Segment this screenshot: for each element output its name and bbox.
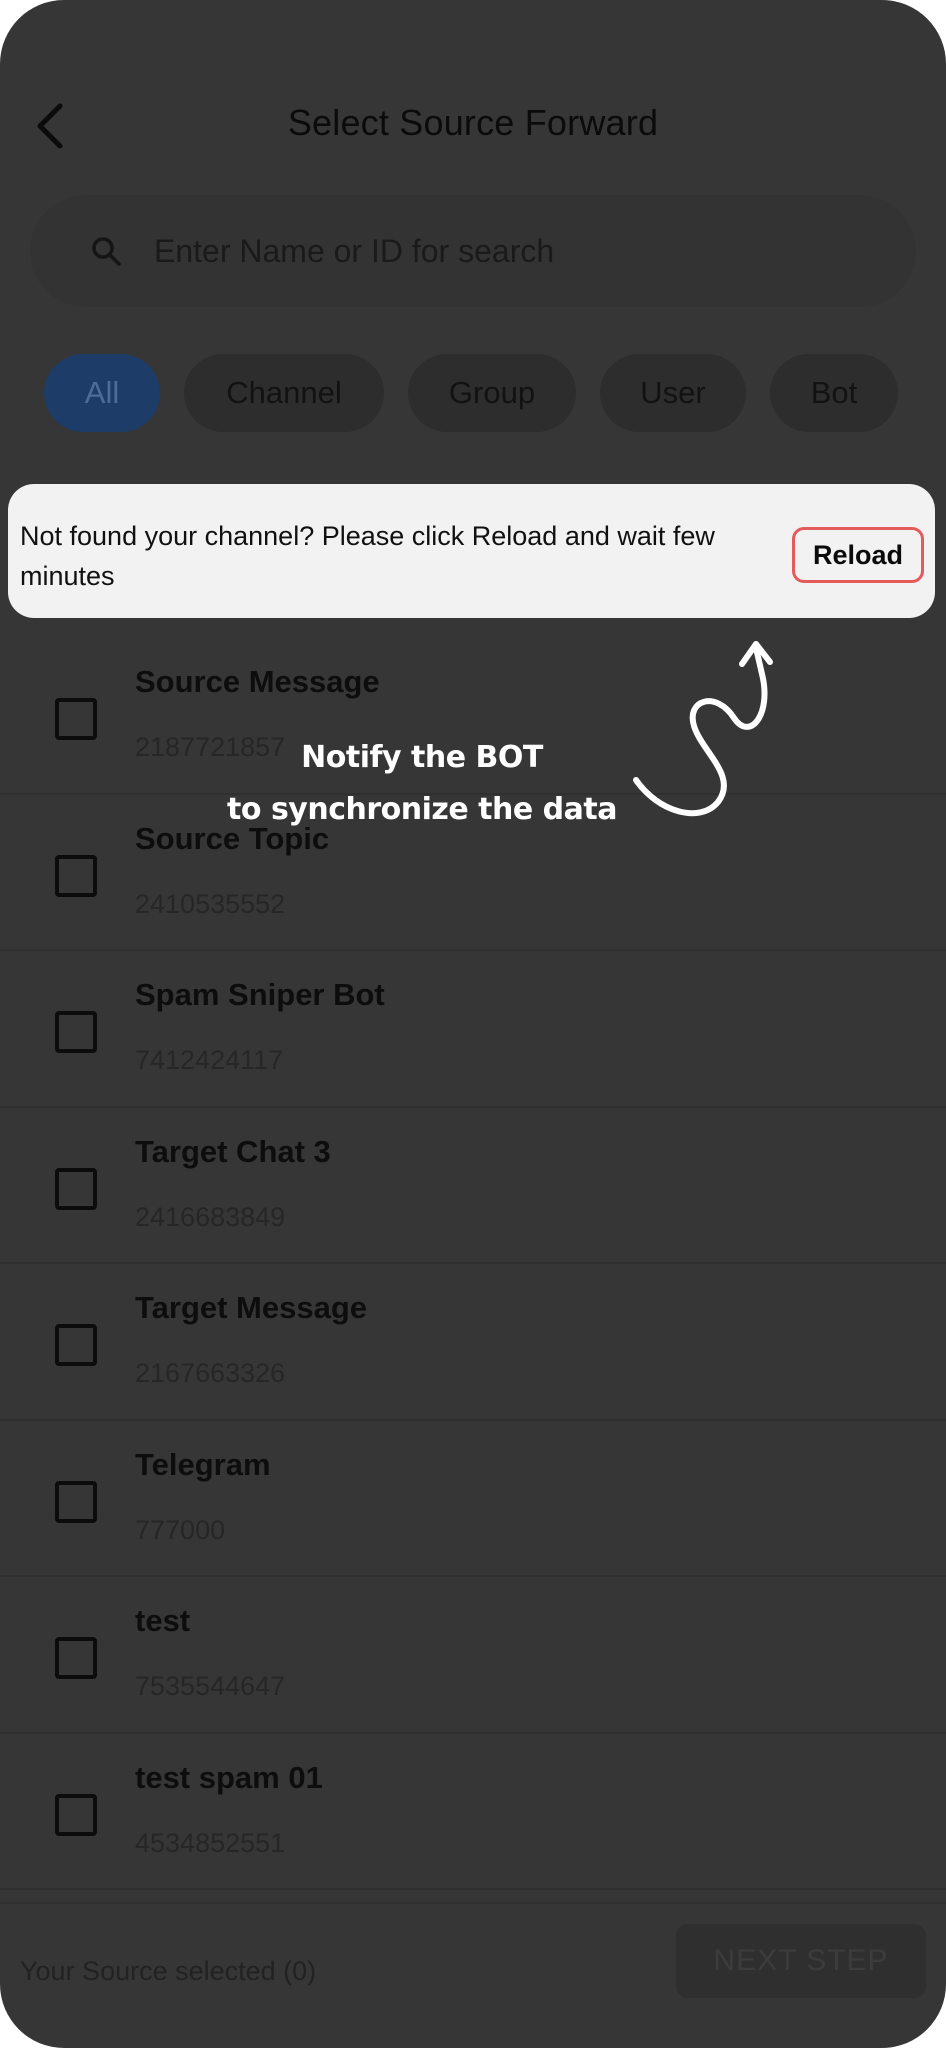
list-item[interactable]: test 7535544647 xyxy=(0,1577,946,1734)
checkbox[interactable] xyxy=(55,1167,97,1210)
checkbox[interactable] xyxy=(55,1793,97,1836)
page-title: Select Source Forward xyxy=(287,102,659,143)
banner-message: Not found your channel? Please click Rel… xyxy=(20,521,715,591)
chip-all[interactable]: All xyxy=(44,354,160,432)
source-name: test xyxy=(135,1603,191,1638)
chip-user[interactable]: User xyxy=(600,354,746,432)
source-name: Source Message xyxy=(135,664,380,699)
search-bar[interactable] xyxy=(30,195,916,307)
annotation-text: Notify the BOT to synchronize the data xyxy=(222,732,622,836)
checkbox[interactable] xyxy=(55,854,97,897)
source-name: Target Message xyxy=(135,1290,368,1325)
list-item[interactable]: test spam 01 4534852551 xyxy=(0,1734,946,1890)
next-step-button[interactable]: NEXT STEP xyxy=(676,1924,926,1998)
chip-bot[interactable]: Bot xyxy=(770,354,898,432)
selection-count: Your Source selected (0) xyxy=(20,1956,317,1986)
checkbox[interactable] xyxy=(55,698,97,740)
list-item[interactable]: Spam Sniper Bot 7412424117 xyxy=(0,951,946,1108)
source-id: 7412424117 xyxy=(135,1045,284,1075)
reload-banner: Not found your channel? Please click Rel… xyxy=(8,484,935,618)
source-id: 2410535552 xyxy=(135,888,286,919)
source-id: 2167663326 xyxy=(135,1358,286,1388)
list-item[interactable]: Telegram 777000 xyxy=(0,1421,946,1577)
reload-button[interactable]: Reload xyxy=(792,527,924,583)
footer-bar: Your Source selected (0) NEXT STEP xyxy=(0,1902,946,2048)
search-icon xyxy=(92,237,121,266)
chip-channel[interactable]: Channel xyxy=(184,354,384,432)
source-id: 777000 xyxy=(135,1514,226,1545)
checkbox[interactable] xyxy=(55,1637,97,1679)
checkbox[interactable] xyxy=(55,1011,97,1053)
checkbox[interactable] xyxy=(55,1480,97,1523)
source-name: Telegram xyxy=(135,1446,271,1482)
annotation-line: Notify the BOT xyxy=(301,740,543,775)
list-item[interactable]: Target Chat 3 2416683849 xyxy=(0,1108,946,1264)
squiggle-arrow-icon xyxy=(633,641,773,817)
screen: Select Source Forward All Channel Group … xyxy=(0,0,946,2048)
checkbox[interactable] xyxy=(55,1324,97,1366)
list-item[interactable]: Target Message 2167663326 xyxy=(0,1264,946,1421)
filter-chips: All Channel Group User Bot xyxy=(44,354,898,432)
source-name: test spam 01 xyxy=(135,1759,323,1795)
annotation-line: to synchronize the data xyxy=(227,792,617,827)
search-input[interactable] xyxy=(154,225,854,277)
source-name: Spam Sniper Bot xyxy=(135,977,385,1012)
chip-group[interactable]: Group xyxy=(408,354,576,432)
source-id: 2416683849 xyxy=(135,1201,286,1232)
source-id: 7535544647 xyxy=(135,1671,286,1701)
source-name: Target Chat 3 xyxy=(135,1133,331,1169)
source-id: 4534852551 xyxy=(135,1827,286,1858)
